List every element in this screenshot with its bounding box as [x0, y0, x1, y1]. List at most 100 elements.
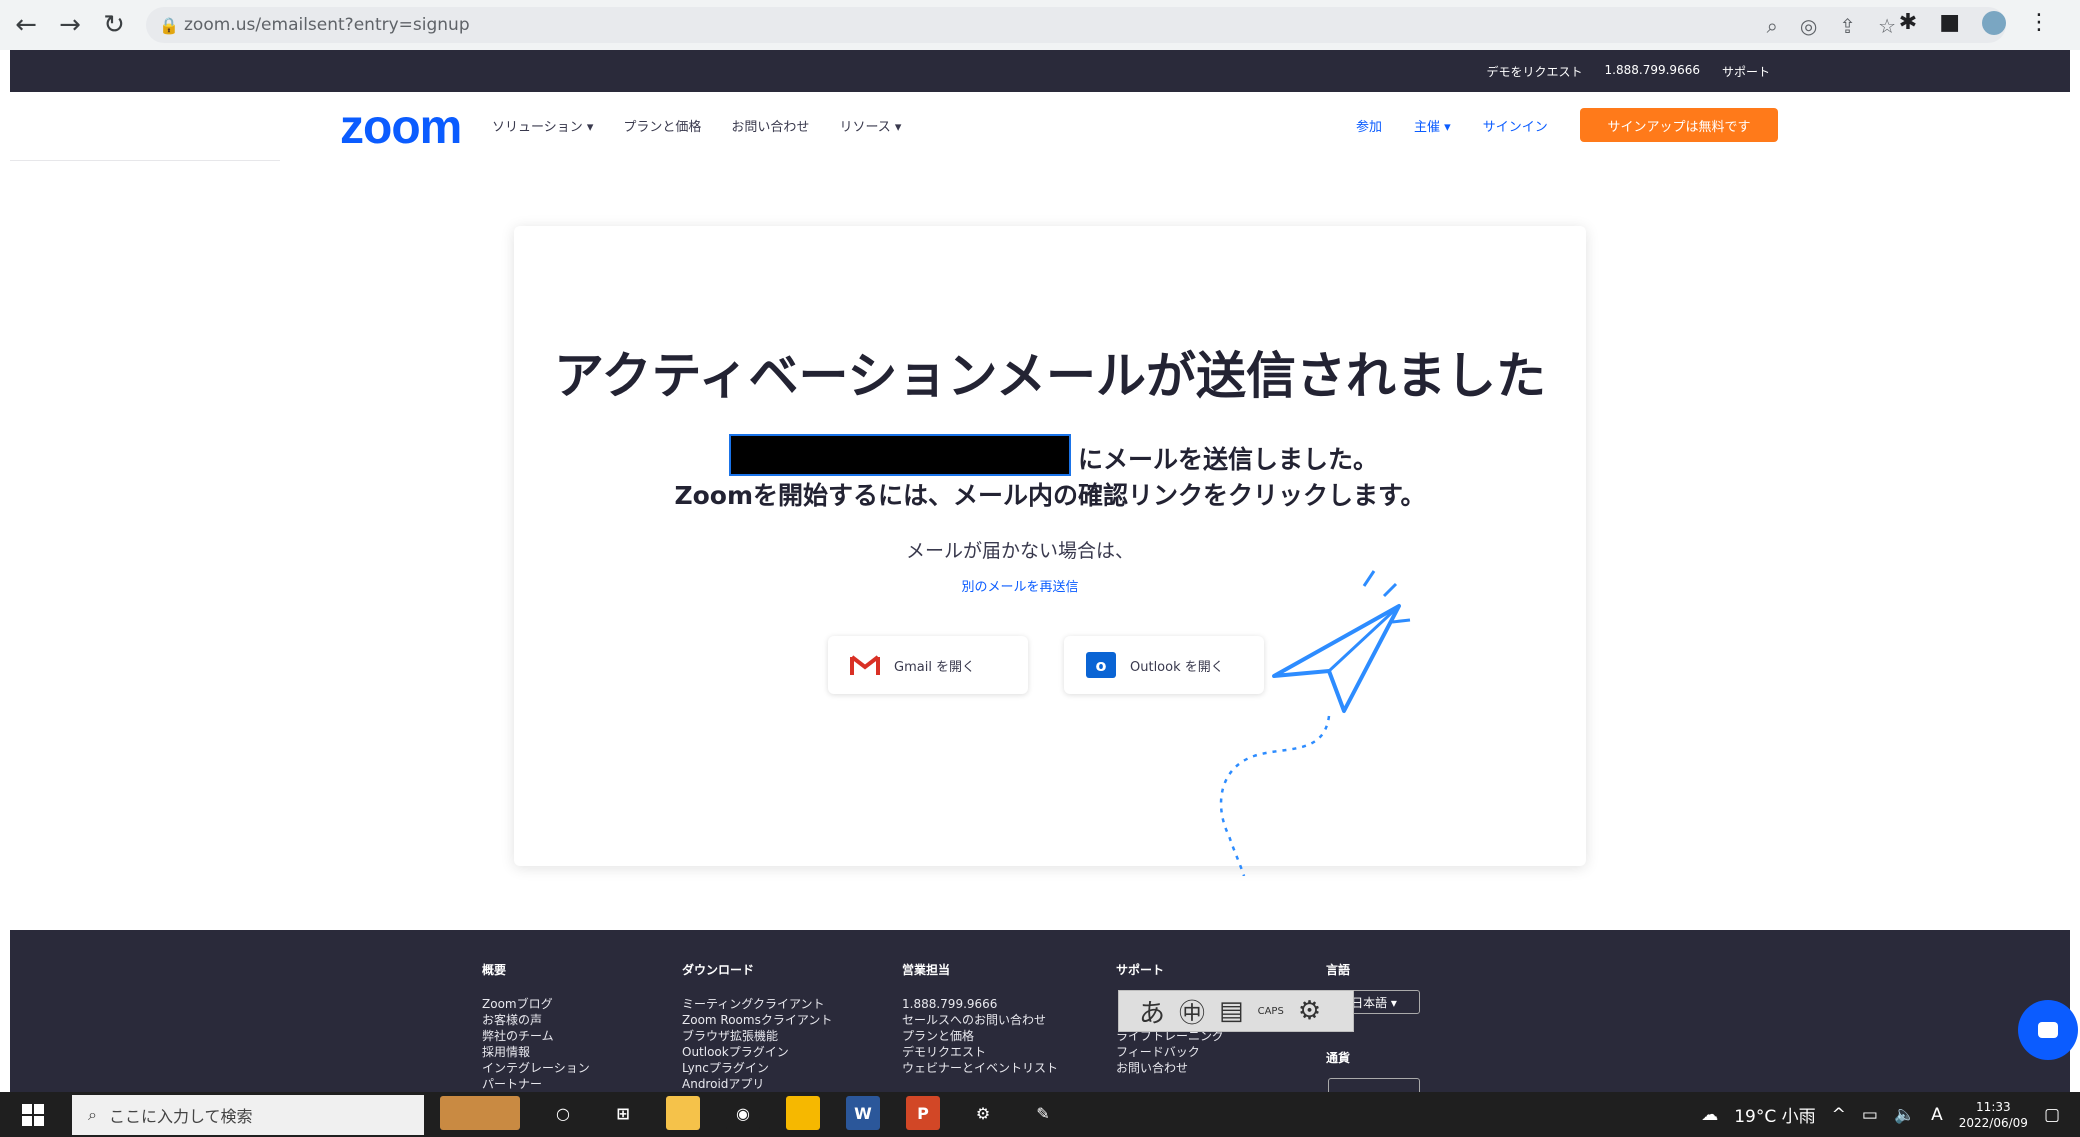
chat-icon — [2038, 1022, 2058, 1038]
ime-hiragana-icon[interactable]: あ — [1139, 993, 1165, 1030]
footer-link[interactable]: 採用情報 — [482, 1044, 590, 1060]
url-text[interactable]: zoom.us/emailsent?entry=signup — [184, 15, 470, 35]
utility-bar: デモをリクエスト 1.888.799.9666 サポート — [10, 50, 2070, 92]
ime-pad-icon[interactable]: ㊥ — [1179, 993, 1205, 1030]
footer-link[interactable]: 弊社のチーム — [482, 1028, 590, 1044]
forward-icon[interactable]: → — [52, 7, 88, 43]
network-icon[interactable]: ▭ — [1862, 1105, 1878, 1125]
footer-heading: 概要 — [482, 963, 507, 977]
gmail-icon — [850, 655, 880, 675]
ime-toolbar: あ ㊥ ▤ CAPS ⚙ — [1118, 990, 1354, 1032]
zoom-lens-icon[interactable]: ⌕ — [1767, 14, 1778, 38]
footer-link[interactable]: デモリクエスト — [902, 1044, 1058, 1060]
nav-host[interactable]: 主催 ▾ — [1414, 116, 1451, 135]
sticky-notes-icon[interactable] — [786, 1096, 820, 1130]
open-gmail-button[interactable]: Gmail を開く — [828, 636, 1028, 694]
phone-link[interactable]: 1.888.799.9666 — [1605, 63, 1700, 80]
ime-caps-icon[interactable]: CAPS — [1258, 1006, 1284, 1017]
search-icon: ⌕ — [88, 1105, 97, 1124]
file-explorer-icon[interactable] — [666, 1096, 700, 1130]
main-nav: zoom ソリューション ▾ プランと価格 お問い合わせ リソース ▾ 参加 主… — [0, 92, 2080, 160]
footer-heading: ダウンロード — [682, 963, 755, 977]
footer: 概要 Zoomブログ お客様の声 弊社のチーム 採用情報 インテグレーション パ… — [10, 930, 2070, 1092]
footer-link[interactable]: お問い合わせ — [1116, 1060, 1224, 1076]
tray-chevron-icon[interactable]: ^ — [1832, 1105, 1846, 1125]
news-widget-icon[interactable] — [440, 1096, 520, 1130]
nav-signin[interactable]: サインイン — [1483, 116, 1548, 135]
clock[interactable]: 11:33 2022/06/09 — [1959, 1099, 2028, 1131]
footer-heading: サポート — [1116, 963, 1165, 977]
nav-resources[interactable]: リソース ▾ — [839, 116, 901, 135]
profile-avatar[interactable] — [1982, 10, 2006, 35]
footer-link[interactable]: お客様の声 — [482, 1012, 590, 1028]
nav-contact[interactable]: お問い合わせ — [731, 116, 809, 135]
chrome-icon[interactable]: ◉ — [726, 1096, 760, 1130]
share-icon[interactable]: ⇪ — [1839, 14, 1856, 38]
footer-link[interactable]: Androidアプリ — [682, 1076, 832, 1092]
eye-off-icon[interactable]: ◎ — [1800, 14, 1817, 38]
ime-settings-icon[interactable]: ⚙ — [1298, 996, 1321, 1026]
footer-link[interactable]: ミーティングクライアント — [682, 996, 832, 1012]
instruction-text: Zoomを開始するには、メール内の確認リンクをクリックします。 — [674, 481, 1426, 510]
support-link[interactable]: サポート — [1722, 63, 1770, 80]
word-icon[interactable]: W — [846, 1096, 880, 1130]
nav-plans-pricing[interactable]: プランと価格 — [623, 116, 701, 135]
taskbar: ⌕ ここに入力して検索 ○ ⊞ ◉ W P ⚙ ✎ ☁ 19°C 小雨 ^ ▭ … — [0, 1092, 2080, 1137]
volume-icon[interactable]: 🔈 — [1894, 1105, 1915, 1125]
open-outlook-label: Outlook を開く — [1130, 659, 1224, 675]
footer-link[interactable]: インテグレーション — [482, 1060, 590, 1076]
search-placeholder: ここに入力して検索 — [108, 1107, 253, 1126]
reload-icon[interactable]: ↻ — [96, 7, 132, 43]
powerpoint-icon[interactable]: P — [906, 1096, 940, 1130]
footer-col-sales: 営業担当 1.888.799.9666 セールスへのお問い合わせ プランと価格 … — [902, 962, 1058, 1076]
open-gmail-label: Gmail を開く — [894, 659, 976, 675]
zoom-logo[interactable]: zoom — [340, 100, 462, 155]
clock-date: 2022/06/09 — [1958, 1115, 2028, 1130]
sidepanel-icon[interactable]: ■ — [1939, 10, 1960, 35]
paper-plane-icon — [1219, 570, 1411, 876]
footer-link[interactable]: Zoomブログ — [482, 996, 590, 1012]
signup-free-button[interactable]: サインアップは無料です — [1580, 108, 1778, 142]
task-view-icon[interactable]: ⊞ — [606, 1096, 640, 1130]
extensions-icon[interactable]: ✱ — [1899, 10, 1917, 35]
chat-button[interactable] — [2018, 1000, 2078, 1060]
paint-icon[interactable]: ✎ — [1026, 1096, 1060, 1130]
footer-link[interactable]: ブラウザ拡張機能 — [682, 1028, 832, 1044]
address-bar[interactable]: 🔒 zoom.us/emailsent?entry=signup ⌕ ◎ ⇪ ☆ — [146, 7, 2006, 43]
footer-link[interactable]: ウェビナーとイベントリスト — [902, 1060, 1058, 1076]
divider — [10, 160, 280, 161]
footer-link[interactable]: Outlookプラグイン — [682, 1044, 832, 1060]
browser-toolbar: ← → ↻ 🔒 zoom.us/emailsent?entry=signup ⌕… — [0, 0, 2080, 50]
footer-link[interactable]: 1.888.799.9666 — [902, 996, 1058, 1012]
footer-link[interactable]: プランと価格 — [902, 1028, 1058, 1044]
footer-link[interactable]: フィードバック — [1116, 1044, 1224, 1060]
redacted-email — [729, 434, 1071, 476]
clock-time: 11:33 — [1976, 1099, 2011, 1114]
taskbar-search[interactable]: ⌕ ここに入力して検索 — [72, 1095, 424, 1135]
bookmark-star-icon[interactable]: ☆ — [1878, 14, 1896, 38]
settings-gear-icon[interactable]: ⚙ — [966, 1096, 1000, 1130]
request-demo-link[interactable]: デモをリクエスト — [1487, 63, 1583, 80]
weather-text[interactable]: 19°C 小雨 — [1734, 1102, 1815, 1127]
lock-icon: 🔒 — [159, 15, 179, 35]
footer-heading: 言語 — [1326, 963, 1351, 977]
nav-solutions[interactable]: ソリューション ▾ — [492, 116, 593, 135]
menu-icon[interactable]: ⋮ — [2028, 10, 2050, 35]
footer-heading: 営業担当 — [902, 963, 951, 977]
notification-icon[interactable]: ▢ — [2044, 1105, 2060, 1125]
footer-col-about: 概要 Zoomブログ お客様の声 弊社のチーム 採用情報 インテグレーション パ… — [482, 962, 590, 1092]
windows-start-icon[interactable] — [22, 1104, 44, 1126]
footer-link[interactable]: Zoom Roomsクライアント — [682, 1012, 832, 1028]
footer-link[interactable]: パートナー — [482, 1076, 590, 1092]
cortana-icon[interactable]: ○ — [546, 1096, 580, 1130]
currency-select[interactable] — [1328, 1078, 1420, 1092]
activation-card: アクティベーションメールが送信されました にメールを送信しました。 Zoomを開… — [514, 226, 1586, 876]
ime-mode-indicator[interactable]: A — [1931, 1105, 1943, 1125]
footer-link[interactable]: Lyncプラグイン — [682, 1060, 832, 1076]
page-title: アクティベーションメールが送信されました — [554, 347, 1546, 405]
ime-dictionary-icon[interactable]: ▤ — [1219, 996, 1244, 1026]
weather-icon[interactable]: ☁ — [1701, 1105, 1718, 1125]
footer-link[interactable]: セールスへのお問い合わせ — [902, 1012, 1058, 1028]
nav-join[interactable]: 参加 — [1356, 116, 1382, 135]
back-icon[interactable]: ← — [8, 7, 44, 43]
